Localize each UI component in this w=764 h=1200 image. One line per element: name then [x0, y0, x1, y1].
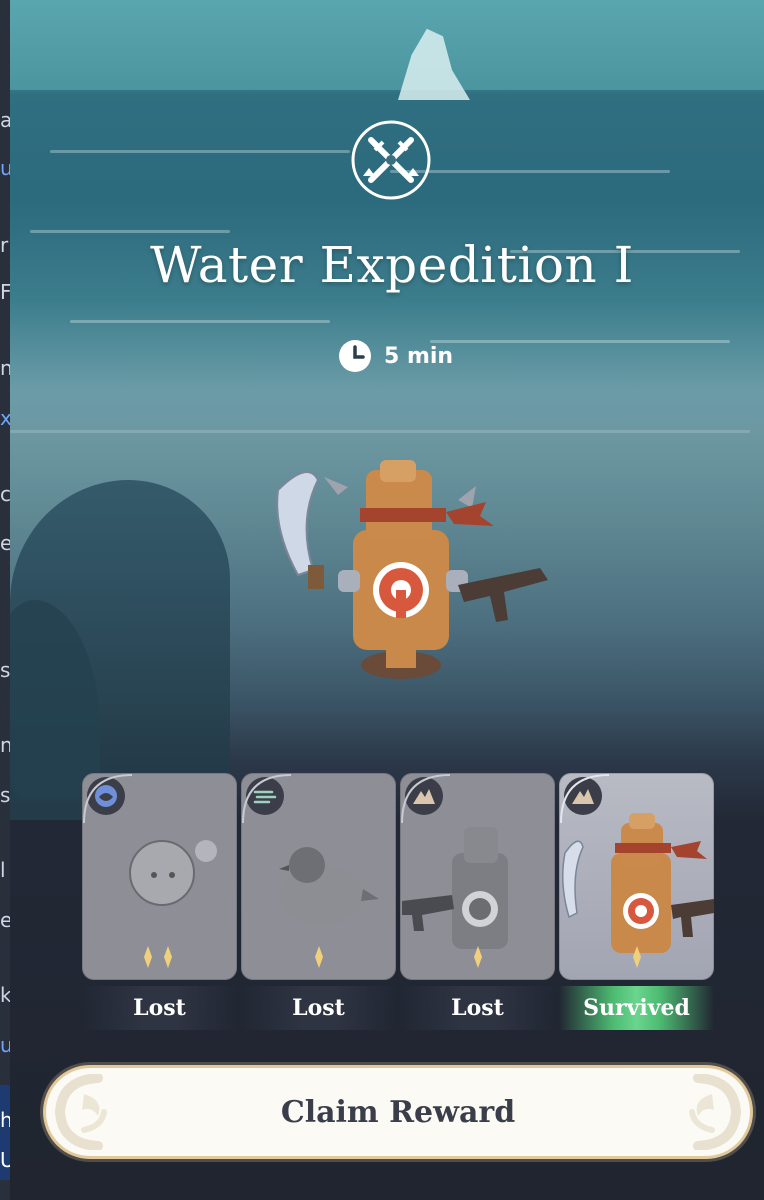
team-card-4[interactable]	[559, 773, 714, 980]
rarity-stars	[559, 944, 714, 974]
page-title: Water Expedition I	[150, 236, 634, 294]
button-ornament-left	[54, 1074, 107, 1150]
wave	[30, 230, 230, 233]
duration-indicator: 5 min	[338, 338, 453, 374]
result-label-2: Lost	[241, 986, 396, 1030]
round-blob-creature	[129, 840, 217, 906]
claim-reward-button[interactable]: Claim Reward	[46, 1068, 750, 1156]
rarity-stars	[400, 944, 555, 974]
bird-creature	[279, 847, 379, 925]
result-label-1: Lost	[82, 986, 237, 1030]
sky	[10, 0, 764, 90]
edge-glyph: U	[0, 1148, 10, 1172]
edge-glyph: h	[0, 1108, 10, 1132]
edge-glyph: s	[0, 783, 10, 807]
water-element-icon	[87, 777, 125, 815]
edge-glyph: l	[0, 858, 6, 882]
edge-glyph: c	[0, 482, 10, 506]
edge-glyph: e	[0, 531, 10, 555]
button-ornament-right	[689, 1074, 742, 1150]
claim-reward-label: Claim Reward	[280, 1094, 516, 1130]
edge-glyph: n	[0, 356, 10, 380]
hero-creature-sprite	[276, 460, 548, 679]
edge-glyph: n	[0, 733, 10, 757]
clock-icon	[339, 340, 371, 372]
edge-glyph: k	[0, 983, 10, 1007]
wave	[10, 430, 750, 433]
team-card-2[interactable]	[241, 773, 396, 980]
team-card-3[interactable]	[400, 773, 555, 980]
result-label-4: Survived	[559, 986, 714, 1030]
team-card-1[interactable]	[82, 773, 237, 980]
earth-element-icon	[405, 777, 443, 815]
edge-glyph: e	[0, 908, 10, 932]
edge-highlight: h U	[0, 1085, 10, 1180]
result-label-3: Lost	[400, 986, 555, 1030]
team-results: Lost Lost Lost Survived	[82, 773, 722, 1033]
edge-glyph: s	[0, 658, 10, 682]
edge-glyph: x	[0, 406, 10, 430]
rarity-stars	[82, 944, 237, 974]
earth-element-icon	[564, 777, 602, 815]
left-window-edge: a u r F n x c e s n s l e k u h U	[0, 0, 10, 1200]
edge-glyph: a	[0, 108, 10, 132]
duration-label: 5 min	[384, 343, 454, 369]
wind-element-icon	[246, 777, 284, 815]
expedition-swords-icon	[351, 120, 431, 200]
edge-glyph: u	[0, 156, 10, 180]
rarity-stars	[241, 944, 396, 974]
wave	[50, 150, 350, 153]
wave	[430, 340, 730, 343]
edge-glyph: u	[0, 1033, 10, 1057]
wave	[70, 320, 330, 323]
